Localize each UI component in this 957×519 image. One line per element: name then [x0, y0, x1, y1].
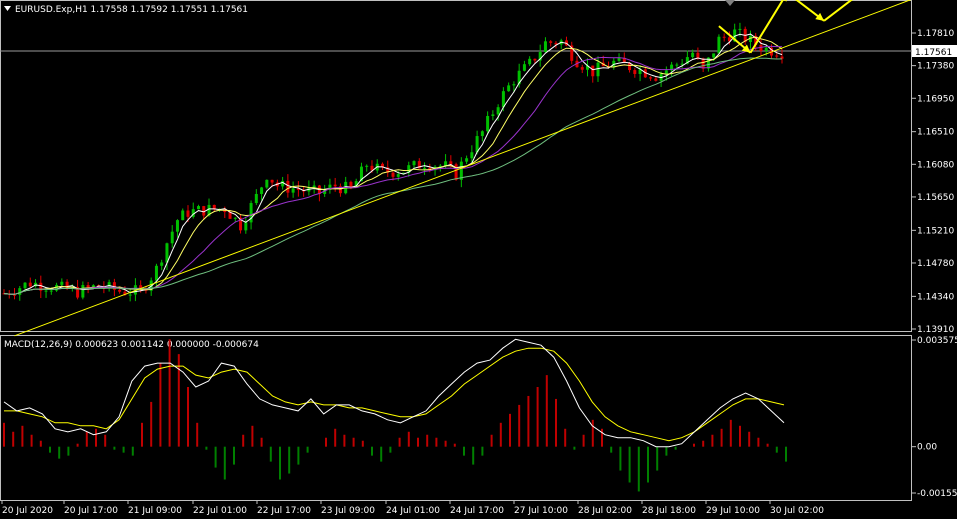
candle-body: [528, 58, 532, 65]
candle-body: [391, 172, 395, 177]
price-tick-label: 1.14780: [917, 259, 954, 269]
candle-body: [691, 52, 695, 58]
time-tick-label: 21 Jul 09:00: [128, 506, 182, 516]
candle-body: [764, 47, 768, 51]
candle-body: [118, 289, 122, 292]
time-tick-label: 22 Jul 01:00: [193, 506, 247, 516]
candle-body: [28, 282, 32, 287]
price-tick-label: 1.14340: [917, 292, 954, 302]
chart-root: EURUSD.Exp,H1 1.17558 1.17592 1.17551 1.…: [0, 0, 957, 519]
candle-body: [312, 185, 316, 188]
time-tick-label: 20 Jul 17:00: [64, 506, 118, 516]
candle-body: [712, 53, 716, 58]
candle-body: [365, 165, 369, 167]
chart-background: [0, 0, 957, 519]
candle-body: [81, 285, 85, 298]
candle-body: [549, 41, 553, 43]
candle-body: [543, 41, 547, 53]
candle-body: [654, 78, 658, 81]
candle-body: [175, 220, 179, 232]
candle-body: [197, 206, 200, 210]
candle-body: [664, 70, 668, 74]
candle-body: [470, 152, 474, 159]
time-tick-label: 20 Jul 2020: [2, 506, 53, 516]
time-tick-label: 29 Jul 10:00: [706, 506, 760, 516]
macd-header: MACD(12,26,9) 0.000623 0.001142 0.000000…: [4, 340, 259, 350]
candle-body: [286, 180, 290, 193]
candle-body: [44, 290, 48, 292]
price-tick-label: 1.16950: [917, 94, 954, 104]
candle-body: [128, 294, 132, 296]
candle-body: [633, 70, 637, 74]
macd-tick-label: 0.003575: [917, 336, 957, 346]
macd-tick-label: -0.001552: [917, 489, 957, 499]
candle-body: [412, 161, 416, 166]
candle-body: [396, 174, 400, 177]
candle-body: [580, 67, 584, 70]
price-tick-label: 1.17810: [917, 29, 954, 39]
time-tick-label: 30 Jul 02:00: [770, 506, 824, 516]
price-tick-label: 1.16510: [917, 128, 954, 138]
candle-body: [423, 167, 427, 169]
candle-body: [591, 65, 595, 77]
candle-body: [480, 131, 484, 137]
candle-body: [465, 158, 469, 162]
candle-body: [186, 210, 190, 217]
candle-body: [13, 294, 17, 296]
candle-body: [86, 285, 90, 288]
candle-body: [649, 77, 653, 79]
time-tick-label: 22 Jul 17:00: [257, 506, 311, 516]
candle-body: [496, 107, 500, 115]
macd-tick-label: 0.00: [917, 443, 937, 453]
candle-body: [512, 84, 516, 86]
current-price-label: 1.17561: [915, 48, 952, 58]
price-tick-label: 1.17380: [917, 62, 954, 72]
candle-body: [533, 58, 537, 61]
candle-body: [270, 179, 274, 183]
candle-body: [49, 290, 53, 292]
candle-body: [522, 64, 526, 71]
time-tick-label: 23 Jul 09:00: [321, 506, 375, 516]
time-tick-label: 28 Jul 02:00: [578, 506, 632, 516]
candle-body: [65, 281, 69, 289]
candle-body: [738, 28, 742, 30]
candle-body: [281, 180, 285, 187]
time-tick-label: 24 Jul 01:00: [386, 506, 440, 516]
candle-body: [244, 222, 248, 231]
candle-body: [617, 57, 621, 61]
candle-body: [260, 187, 264, 194]
time-tick-label: 24 Jul 17:00: [450, 506, 504, 516]
candle-body: [596, 62, 600, 77]
candle-body: [23, 282, 27, 289]
candle-body: [181, 210, 185, 221]
price-tick-label: 1.16080: [917, 160, 954, 170]
candle-body: [675, 64, 679, 66]
symbol-header: EURUSD.Exp,H1 1.17558 1.17592 1.17551 1.…: [15, 5, 248, 15]
candle-body: [722, 36, 726, 38]
candle-body: [60, 281, 64, 285]
candle-body: [254, 193, 258, 204]
candle-body: [333, 184, 337, 187]
candle-body: [18, 288, 22, 295]
candle-body: [449, 161, 453, 165]
price-tick-label: 1.15210: [917, 226, 954, 236]
candle-body: [291, 188, 295, 193]
candle-body: [491, 114, 495, 116]
candle-body: [444, 161, 448, 166]
price-tick-label: 1.15650: [917, 193, 954, 203]
candle-body: [170, 231, 174, 244]
time-tick-label: 27 Jul 10:00: [514, 506, 568, 516]
candle-body: [680, 63, 684, 65]
candle-body: [717, 36, 721, 54]
time-tick-label: 28 Jul 18:00: [642, 506, 696, 516]
candle-body: [775, 55, 779, 57]
candle-body: [154, 265, 158, 281]
candle-body: [265, 179, 269, 188]
price-tick-label: 1.13910: [917, 325, 954, 335]
candle-body: [701, 58, 705, 69]
candle-body: [486, 115, 490, 132]
candle-body: [507, 85, 511, 92]
candle-body: [233, 217, 237, 219]
candle-body: [160, 262, 164, 266]
